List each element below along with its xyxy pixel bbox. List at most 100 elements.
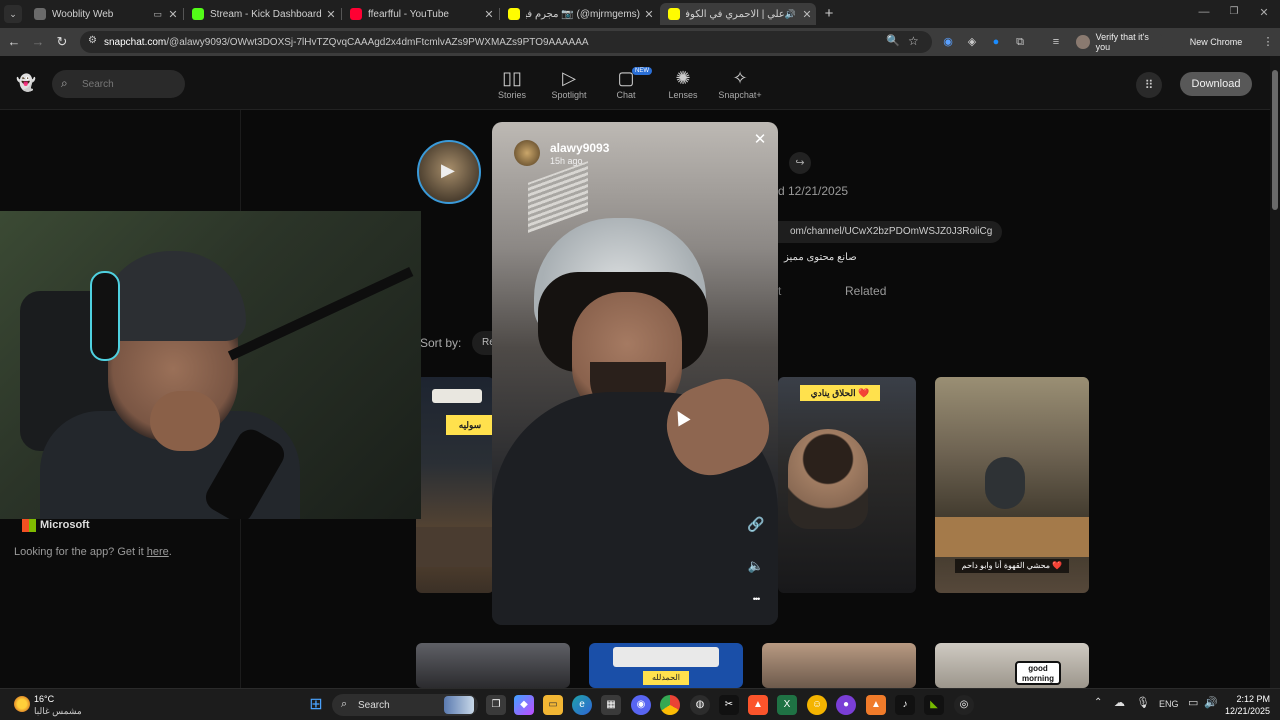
obs-icon[interactable]: ◍ [690,695,710,715]
file-explorer-icon[interactable]: ▭ [543,695,563,715]
extension-icon[interactable]: ◈ [964,34,980,50]
more-options-icon[interactable]: ••• [744,594,768,610]
spotlight-thumbnail[interactable] [416,643,570,688]
chrome-icon[interactable] [660,695,680,715]
close-icon[interactable]: ✕ [750,130,770,150]
language-indicator[interactable]: ENG [1159,699,1179,709]
window-restore-button[interactable]: ❐ [1226,6,1242,22]
tab-close-icon[interactable]: ✕ [640,8,658,21]
taskbar-time: 2:12 PM [1236,694,1270,704]
share-icon[interactable]: ↪ [789,152,811,174]
tray-app-icon[interactable]: 🎙 [1136,696,1150,709]
spotlight-thumbnail[interactable]: good morning [935,643,1089,688]
taskbar-clock[interactable]: 2:12 PM 12/21/2025 [1220,693,1270,717]
tab-related[interactable]: Related [845,284,886,298]
new-chrome-chip[interactable]: New Chrome available [1172,32,1260,67]
nav-snapchat-plus[interactable]: ✧ Snapchat+ [710,66,770,100]
app-icon[interactable]: ☺ [807,695,827,715]
tab-title: Wooblity Web [52,8,114,20]
brave-icon[interactable]: ▲ [748,695,768,715]
nav-stories[interactable]: ▯▯ Stories [482,66,542,100]
tab-close-icon[interactable]: ✕ [798,8,816,21]
apps-grid-icon[interactable]: ⠿ [1136,72,1162,98]
capcut-icon[interactable]: ✂ [719,695,739,715]
youtube-favicon-icon [350,8,362,20]
nav-spotlight[interactable]: ▷ Spotlight [539,66,599,100]
scrollbar-thumb[interactable] [1272,70,1278,210]
tray-chevron-icon[interactable]: ⌃ [1094,697,1102,708]
reload-icon[interactable]: ↻ [54,34,70,50]
spotlight-thumbnail[interactable]: ❤️ محشي القهوة أنا وابو داحم [935,377,1089,593]
extensions-puzzle-icon[interactable]: ⧉ [1012,34,1028,50]
snap-search-input[interactable]: ⌕ Search [52,70,185,98]
profile-avatar[interactable]: ▶ [417,140,481,204]
tab-audio-icon[interactable]: 🔊 [785,9,796,20]
bookmark-star-icon[interactable]: ☆ [908,34,919,48]
app-icon[interactable]: ◎ [954,695,974,715]
story-avatar[interactable] [514,140,540,166]
excel-icon[interactable]: X [777,695,797,715]
store-icon[interactable]: ▦ [601,695,621,715]
back-arrow-icon[interactable]: ← [6,34,22,50]
volume-icon[interactable]: 🔈 [746,558,766,578]
spotlight-thumbnail[interactable] [762,643,916,688]
tray-app-icon[interactable]: ☁ [1114,696,1125,709]
chrome-menu-icon[interactable]: ⋮ [1260,34,1276,50]
extension-icon[interactable]: ◉ [940,34,956,50]
tab-close-icon[interactable]: ✕ [164,8,182,21]
download-button[interactable]: Download [1180,72,1252,96]
webcam-overlay [0,211,421,519]
story-username[interactable]: alawy9093 [550,141,609,155]
get-app-link[interactable]: here [147,546,169,558]
nvidia-icon[interactable]: ◣ [924,695,944,715]
zoom-icon[interactable]: 🔍 [886,34,900,47]
channel-link-chip[interactable]: om/channel/UCwX2bzPDOmWSJZ0J3RoliCg [778,221,1002,243]
tab-partial[interactable]: t [778,284,781,298]
spotlight-thumbnail[interactable]: الحلاق ينادي ❤️ [778,377,916,593]
tab-search-dropdown-icon[interactable]: ⌄ [4,5,22,23]
address-bar[interactable]: ⚙ snapchat.com /@alawy9093/OWwt3DOXSj-7l… [80,31,932,53]
forward-arrow-icon[interactable]: → [30,34,46,50]
thumb-top-sticker [432,389,482,403]
window-close-button[interactable]: ✕ [1256,6,1272,22]
weather-widget[interactable]: 16°C مشمس غالبا [12,692,102,718]
extension-icon[interactable]: ● [988,34,1004,50]
site-info-icon[interactable]: ⚙ [88,35,97,46]
app-icon[interactable]: ▲ [866,695,886,715]
edge-icon[interactable]: e [572,695,592,715]
tab-2[interactable]: ffearfful - YouTube ✕ [342,3,498,25]
tab-close-icon[interactable]: ✕ [480,8,498,21]
spotlight-thumbnail[interactable]: سوليه [416,377,494,593]
app-icon[interactable]: ● [836,695,856,715]
story-viewer[interactable]: alawy9093 15h ago ✕ 🔗 🔈 ••• [492,122,778,625]
taskbar-search-box[interactable]: ⌕ Search [332,694,478,716]
thumb-text-card [613,647,719,667]
profile-bio: صانع محتوى مميز [784,252,857,263]
nav-chat[interactable]: ▢ Chat NEW [596,66,656,100]
cam-headphones [90,271,120,361]
tab-1[interactable]: Stream - Kick Dashboard ✕ [184,3,340,25]
copilot-icon[interactable]: ◆ [514,695,534,715]
spotlight-thumbnail[interactable]: الحمدلله [589,643,743,688]
tab-0[interactable]: Wooblity Web ▭ ✕ [26,3,182,25]
windows-start-icon[interactable]: ⊞ [306,695,326,715]
snapchat-ghost-logo-icon[interactable]: 👻 [16,73,36,93]
display-icon[interactable]: ▭ [1188,696,1198,709]
discord-icon[interactable]: ◉ [631,695,651,715]
tiktok-icon[interactable]: ♪ [895,695,915,715]
task-view-icon[interactable]: ❐ [486,695,506,715]
new-tab-button[interactable]: + [820,5,838,23]
nav-lenses[interactable]: ✺ Lenses [653,66,713,100]
reading-list-icon[interactable]: ≡ [1048,34,1064,50]
volume-icon[interactable]: 🔊 [1204,696,1218,709]
window-minimize-button[interactable]: — [1196,6,1212,22]
page-scrollbar[interactable] [1270,56,1280,688]
profile-verify-chip[interactable]: Verify that it's you [1072,32,1164,52]
tab-media-icon: ▭ [153,8,162,19]
verify-label: Verify that it's you [1095,32,1149,52]
weather-icon [14,696,30,712]
link-icon[interactable]: 🔗 [746,516,766,536]
tab-close-icon[interactable]: ✕ [322,8,340,21]
tab-4-active[interactable]: علي | الاحمري في الكوفان ء ءء 🔊 ✕ [660,3,816,25]
tab-3[interactable]: (mjrmgems@) 📷 مجرم فيمز | ✕ [500,3,658,25]
